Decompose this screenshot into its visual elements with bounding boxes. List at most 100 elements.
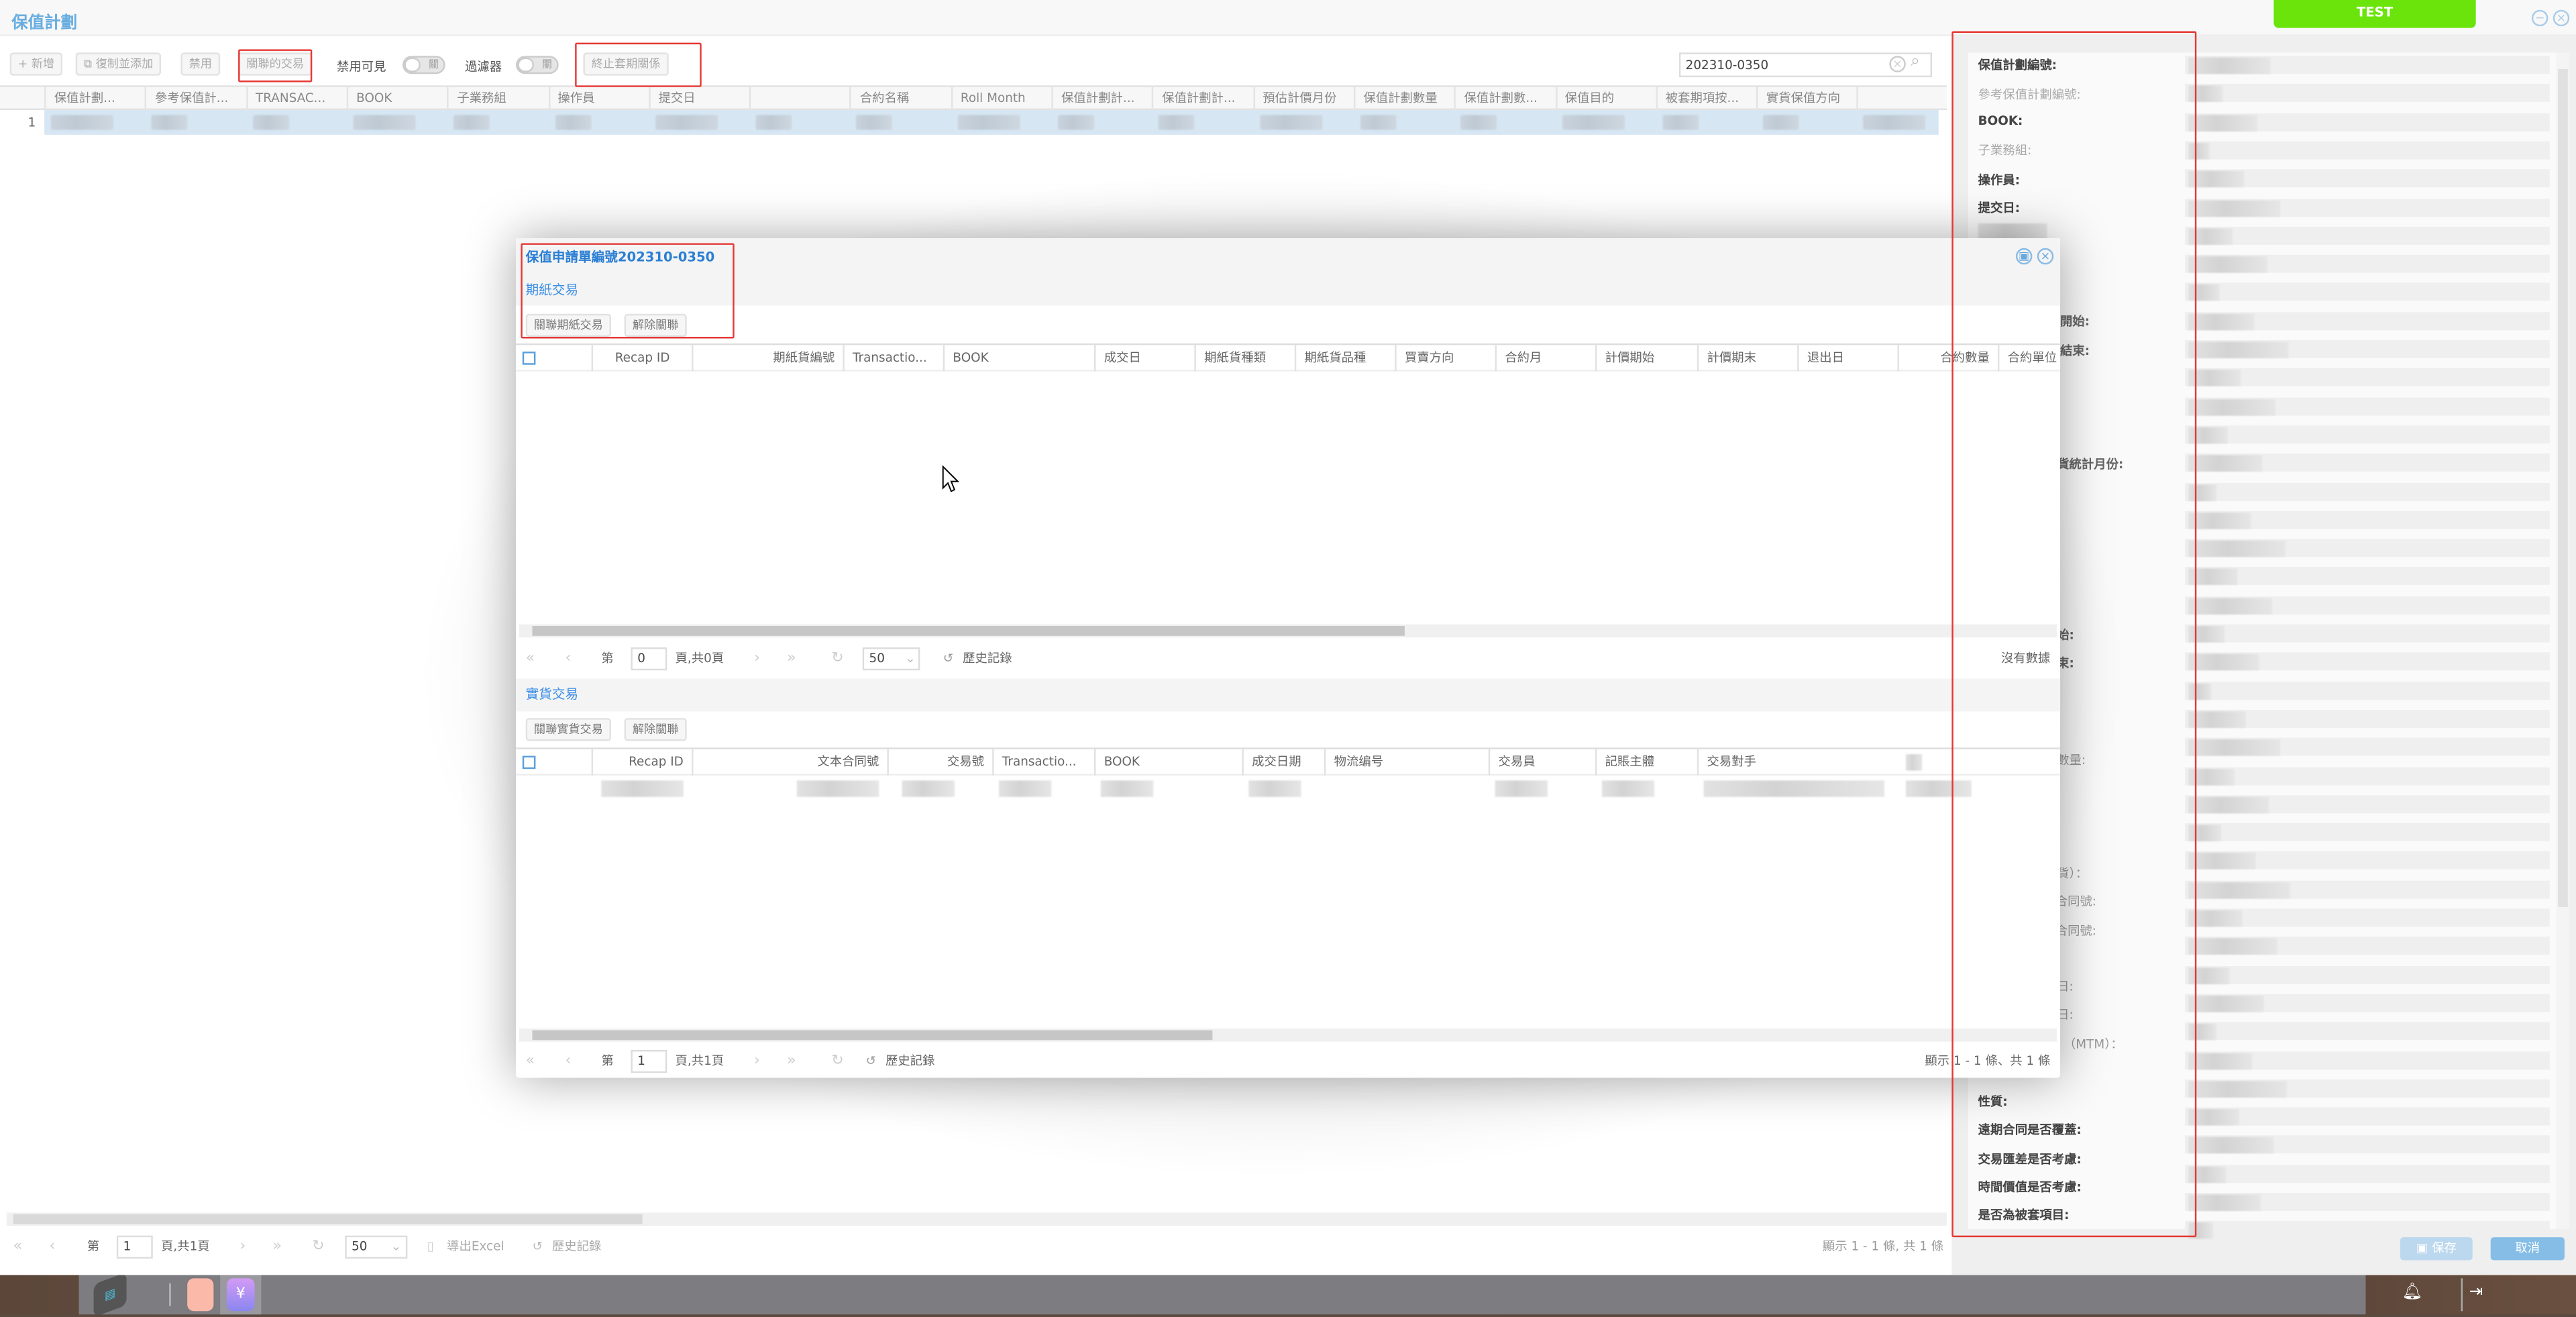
select-all-checkbox[interactable] — [522, 755, 536, 770]
column-header[interactable]: 實貨保值方向 — [1756, 87, 1857, 111]
copy-add-button[interactable]: ⧉ 復制並添加 — [75, 52, 162, 76]
column-header[interactable]: 退出日 — [1797, 345, 1897, 372]
refresh-icon[interactable]: ↻ — [831, 1050, 843, 1073]
column-header[interactable]: 合約月 — [1495, 345, 1595, 372]
ibm-app-icon[interactable]: ▤ — [93, 1272, 127, 1317]
first-page-icon[interactable]: « — [13, 1236, 23, 1259]
save-button[interactable]: ▣ 保存 — [2400, 1237, 2473, 1261]
column-header[interactable]: Transactio... — [992, 749, 1094, 776]
cancel-button[interactable]: 取消 — [2490, 1237, 2565, 1261]
column-header[interactable]: 參考保值計... — [145, 87, 246, 111]
next-page-icon[interactable]: › — [240, 1236, 246, 1259]
column-header[interactable]: 交易號 — [887, 749, 992, 776]
column-header[interactable]: Roll Month — [951, 87, 1051, 111]
column-header[interactable]: 計價期始 — [1595, 345, 1697, 372]
disable-button[interactable]: 禁用 — [180, 52, 221, 76]
disabled-visible-toggle[interactable]: 關 — [402, 56, 445, 74]
column-header[interactable]: 合約數量 — [1897, 345, 1998, 372]
column-header[interactable]: BOOK — [1094, 749, 1242, 776]
first-page-icon[interactable]: « — [526, 1050, 535, 1073]
column-header[interactable]: 文本合同號 — [692, 749, 887, 776]
physical-horizontal-scrollbar[interactable] — [519, 1029, 2057, 1042]
column-header[interactable]: 保值計劃數量 — [1353, 87, 1454, 111]
unlink-physical-button[interactable]: 解除關聯 — [624, 718, 687, 741]
history-button[interactable]: 歷史記錄 — [552, 1236, 601, 1259]
column-header[interactable] — [749, 87, 850, 111]
column-header[interactable]: 期紙貨種類 — [1194, 345, 1294, 372]
column-header[interactable]: BOOK — [943, 345, 1094, 372]
column-header[interactable]: Transactio... — [843, 345, 943, 372]
filter-toggle[interactable]: 關 — [515, 56, 559, 74]
column-header[interactable]: 子業務組 — [447, 87, 548, 111]
prev-page-icon[interactable]: ‹ — [49, 1236, 55, 1259]
next-page-icon[interactable]: › — [754, 1050, 760, 1073]
column-header[interactable]: TRANSAC... — [246, 87, 346, 111]
column-header[interactable]: BOOK — [346, 87, 447, 111]
column-header[interactable]: 被套期項按... — [1656, 87, 1756, 111]
refresh-icon[interactable]: ↻ — [312, 1236, 324, 1259]
column-header[interactable]: 操作員 — [547, 87, 649, 111]
clear-search-icon[interactable]: × — [1889, 56, 1906, 72]
column-header[interactable]: 成交日 — [1094, 345, 1194, 372]
column-header[interactable]: 交易對手 — [1697, 749, 1898, 776]
column-header[interactable]: 交易員 — [1488, 749, 1595, 776]
close-icon[interactable]: × — [2037, 248, 2054, 265]
select-all-checkbox[interactable] — [522, 352, 536, 365]
page-input[interactable]: 1 — [116, 1235, 153, 1259]
history-button[interactable]: 歷史記錄 — [963, 647, 1012, 670]
column-header[interactable]: 合約單位 — [1997, 345, 2060, 372]
column-header[interactable]: 保值計劃計... — [1051, 87, 1152, 111]
column-header[interactable]: 保值計劃數... — [1454, 87, 1555, 111]
hedge-app-icon[interactable]: ¥ — [220, 1275, 262, 1315]
column-header[interactable]: 保值目的 — [1554, 87, 1656, 111]
column-header[interactable]: 計價期末 — [1697, 345, 1797, 372]
column-header[interactable]: 保值計劃計... — [1152, 87, 1252, 111]
logout-icon[interactable]: ⇥ — [2469, 1283, 2483, 1302]
last-page-icon[interactable]: » — [787, 647, 796, 670]
column-header[interactable]: Recap ID — [591, 749, 692, 776]
search-icon[interactable]: ⌕ — [1911, 52, 1920, 70]
history-button[interactable]: 歷史記錄 — [885, 1050, 934, 1073]
horizontal-scrollbar[interactable] — [6, 1212, 1947, 1226]
page-input[interactable]: 1 — [631, 1049, 667, 1073]
refresh-icon[interactable]: ↻ — [831, 647, 843, 670]
unlink-paper-button[interactable]: 解除關聯 — [624, 313, 687, 337]
next-page-icon[interactable]: › — [754, 647, 760, 670]
table-row[interactable] — [516, 777, 2060, 800]
column-header[interactable]: 期紙貨品種 — [1294, 345, 1395, 372]
last-page-icon[interactable]: » — [273, 1236, 282, 1259]
add-button[interactable]: + 新增 — [9, 52, 63, 76]
paper-horizontal-scrollbar[interactable] — [519, 624, 2057, 638]
redacted-value — [2188, 682, 2212, 700]
prev-page-icon[interactable]: ‹ — [565, 1050, 571, 1073]
related-trades-button[interactable]: 關聯的交易 — [238, 52, 313, 76]
column-header[interactable]: Recap ID — [591, 345, 692, 372]
column-header[interactable]: 合約名稱 — [850, 87, 951, 111]
column-header[interactable]: 期紙貨編號 — [692, 345, 843, 372]
link-paper-trade-button[interactable]: 關聯期紙交易 — [525, 313, 612, 337]
column-header[interactable]: 成交日期 — [1242, 749, 1324, 776]
page-input[interactable]: 0 — [631, 647, 667, 671]
column-header[interactable]: 記賬主體 — [1595, 749, 1697, 776]
terminate-hedge-button[interactable]: 終止套期關係 — [583, 52, 669, 76]
column-header[interactable]: 預估計價月份 — [1252, 87, 1354, 111]
export-excel-button[interactable]: 導出Excel — [447, 1236, 504, 1259]
maximize-icon[interactable]: ▣ — [2015, 248, 2033, 265]
first-page-icon[interactable]: « — [526, 647, 535, 670]
minimize-icon[interactable]: − — [2531, 9, 2548, 27]
column-header[interactable]: 提交日 — [648, 87, 749, 111]
vertical-scrollbar[interactable] — [2556, 52, 2570, 1229]
link-physical-trade-button[interactable]: 關聯實貨交易 — [525, 718, 612, 741]
prev-page-icon[interactable]: ‹ — [565, 647, 571, 670]
column-header[interactable]: 物流编号 — [1324, 749, 1489, 776]
report-app-icon[interactable] — [187, 1278, 214, 1312]
page-prefix: 第 — [601, 650, 614, 666]
column-header[interactable]: 買賣方向 — [1395, 345, 1495, 372]
table-row[interactable] — [44, 110, 1939, 135]
column-header[interactable] — [1857, 87, 1945, 111]
bell-icon[interactable]: 🔔︎ — [2402, 1283, 2422, 1302]
close-icon[interactable]: × — [2553, 9, 2570, 27]
paper-pager: « ‹ 第 0 頁,共0頁 › » ↻ 50 ⌄ ↺ 歷史記錄 沒有數據 — [526, 647, 2050, 671]
last-page-icon[interactable]: » — [787, 1050, 796, 1073]
column-header[interactable]: 保值計劃... — [44, 87, 145, 111]
